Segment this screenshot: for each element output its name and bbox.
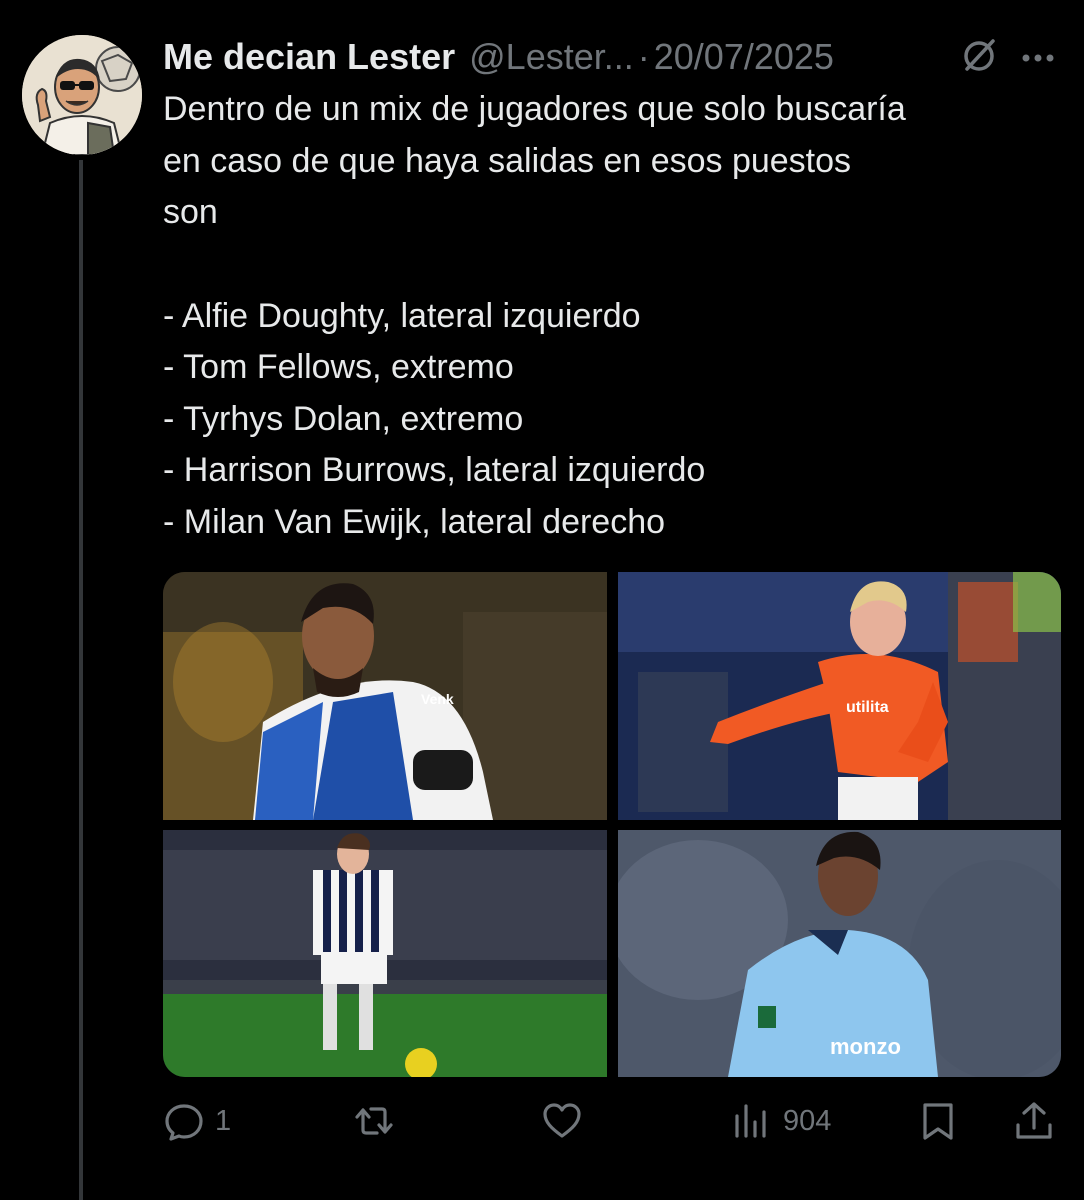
photo4-sponsor-text: monzo [830, 1034, 901, 1059]
bookmark-button[interactable] [917, 1095, 959, 1147]
list-item: - Harrison Burrows, lateral izquierdo [163, 451, 706, 489]
tweet-page: Me decian Lester @Lester... · 20/07/2025… [0, 0, 1084, 1200]
retweet-icon [355, 1107, 393, 1135]
list-item: - Tyrhys Dolan, extremo [163, 399, 524, 438]
grok-icon[interactable] [958, 34, 1000, 76]
text-line: son [163, 193, 218, 231]
views-button[interactable]: 904 [731, 1095, 831, 1147]
photo1-sponsor-text: Venk [421, 691, 454, 707]
more-dots-icon[interactable] [1016, 38, 1060, 74]
list-item: - Alfie Doughty, lateral izquierdo [163, 296, 641, 335]
share-button[interactable] [1013, 1095, 1055, 1147]
reply-count: 1 [215, 1104, 232, 1137]
photo-player-blue-white[interactable]: Venk [163, 572, 607, 820]
avatar[interactable] [22, 35, 142, 155]
avatar-illustration [22, 35, 142, 155]
views-icon [735, 1104, 766, 1138]
author-name[interactable]: Me decian Lester [163, 36, 455, 78]
photo-player-striped[interactable] [163, 830, 607, 1077]
photo2-sponsor-text: utilita [846, 699, 889, 716]
tweet-header: Me decian Lester @Lester... · 20/07/2025 [163, 32, 1063, 82]
views-count: 904 [783, 1104, 832, 1137]
photo-player-orange[interactable]: utilita [618, 572, 1061, 820]
reply-icon [165, 1104, 203, 1141]
text-line: Dentro de un mix de jugadores que solo b… [163, 90, 906, 128]
heart-icon [543, 1103, 581, 1138]
text-line: en caso de que haya salidas en esos pues… [163, 141, 852, 180]
bookmark-icon [923, 1103, 953, 1140]
like-button[interactable] [541, 1095, 593, 1147]
tweet-text: Dentro de un mix de jugadores que solo b… [163, 84, 1063, 548]
action-bar: 1 904 [163, 1095, 1063, 1147]
separator-dot: · [637, 36, 650, 77]
thread-line [79, 160, 83, 1200]
media-grid: Venk utilita monzo [163, 572, 1061, 1077]
tweet-date[interactable]: 20/07/2025 [654, 36, 834, 78]
retweet-button[interactable] [353, 1095, 405, 1147]
list-item: - Tom Fellows, extremo [163, 348, 514, 386]
share-icon [1016, 1102, 1052, 1139]
photo-player-sky-blue[interactable]: monzo [618, 830, 1061, 1077]
list-item: - Milan Van Ewijk, lateral derecho [163, 502, 666, 541]
reply-button[interactable]: 1 [163, 1095, 231, 1147]
author-handle[interactable]: @Lester... [469, 36, 634, 78]
